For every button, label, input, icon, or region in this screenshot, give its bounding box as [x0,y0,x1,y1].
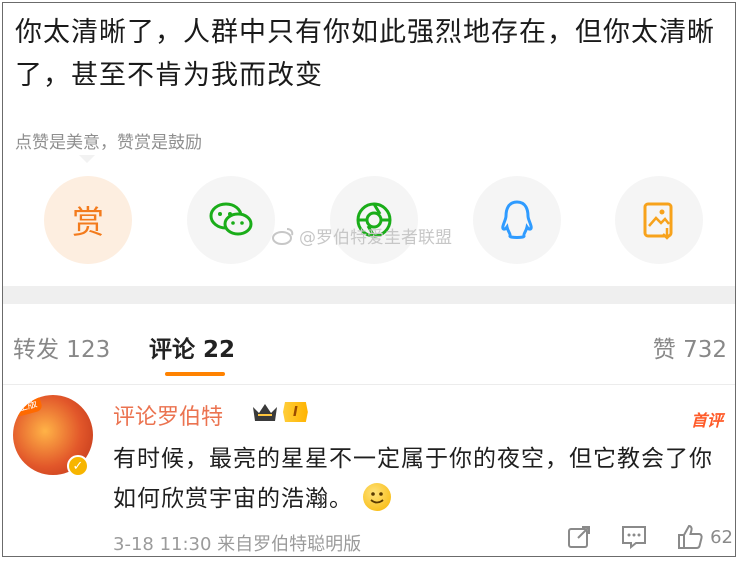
tab-comments[interactable]: 评论 22 [149,330,235,364]
reward-tip: 点赞是美意，赞赏是鼓励 [15,133,202,153]
reward-button[interactable]: 赏 [44,176,132,264]
tip-caret [79,155,95,163]
like-comment-button[interactable]: 62 [676,523,733,551]
share-row: 赏 [3,176,735,268]
smile-emoji-icon [363,483,391,511]
share-icon [568,526,591,548]
qq-share-button[interactable] [473,176,561,264]
comment-actions: 62 [538,523,733,551]
section-divider [3,286,735,304]
first-comment-tag: 首评 [690,411,723,430]
vip-crown-icon [253,404,277,421]
watermark: @罗伯特爱圭者联盟 [271,223,452,248]
share-comment-button[interactable] [566,524,592,550]
qq-icon [501,200,533,239]
tab-repost[interactable]: 转发 123 [13,330,110,364]
wechat-icon [209,202,253,236]
post-text: 你太清晰了，人群中只有你如此强烈地存在，但你太清晰了，甚至不肯为我而改变 [15,17,715,91]
weibo-logo-icon [272,227,294,245]
comment-icon [622,526,647,550]
moments-share-button[interactable] [330,176,418,264]
wechat-share-button[interactable] [187,176,275,264]
user-badges: I [251,401,308,423]
avatar-badge: 正版 [13,395,43,418]
active-tab-indicator [165,372,225,376]
level-badge: I [283,402,308,422]
thumbs-up-icon [678,524,703,549]
save-image-button[interactable] [615,176,703,264]
comment-username[interactable]: 评论罗伯特 [113,399,223,431]
weibo-post-screen: 你太清晰了，人群中只有你如此强烈地存在，但你太清晰了，甚至不肯为我而改变 点赞是… [2,2,736,557]
save-image-icon [643,202,673,240]
tab-likes[interactable]: 赞 732 [653,330,727,364]
like-count: 62 [710,526,733,548]
watermark-text: @罗伯特爱圭者联盟 [299,228,452,248]
comment-text: 有时候，最亮的星星不一定属于你的夜空，但它教会了你如何欣赏宇宙的浩瀚。 [113,439,725,519]
comment-body: 有时候，最亮的星星不一定属于你的夜空，但它教会了你如何欣赏宇宙的浩瀚。 [113,446,713,512]
comment-item: 正版 ✓ 评论罗伯特 I 首评 有时候，最亮的星星不一定属于你的夜空，但它教会了… [3,385,735,556]
post-tabs: 转发 123 评论 22 赞 732 [3,304,735,385]
verified-icon: ✓ [67,455,89,477]
reward-icon: 赏 [71,203,104,241]
comment-meta: 3-18 11:30 来自罗伯特聪明版 [113,534,362,555]
reply-comment-button[interactable] [620,524,648,550]
